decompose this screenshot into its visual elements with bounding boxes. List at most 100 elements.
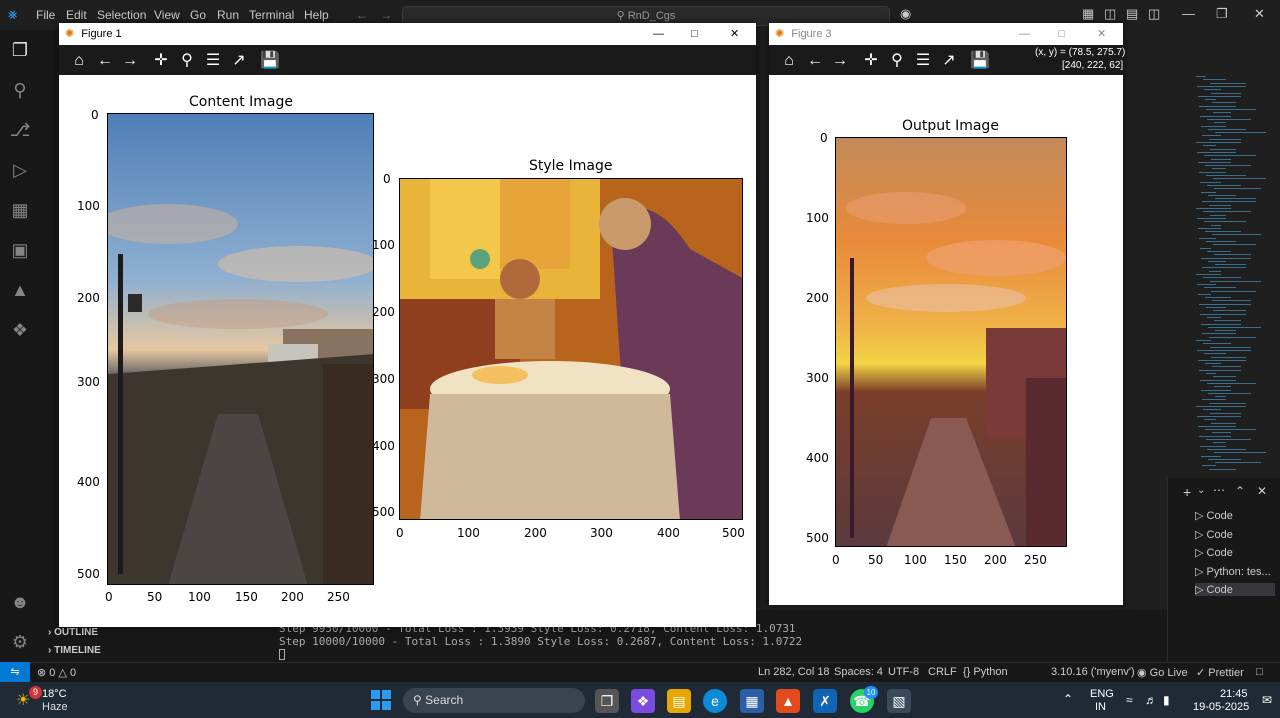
minimap-line — [1213, 376, 1236, 378]
line-ending[interactable]: CRLF — [928, 666, 957, 678]
minimize-icon[interactable]: — — [653, 23, 664, 45]
nav-forward-icon[interactable]: → — [380, 8, 392, 22]
settings-gear-icon[interactable]: ⚙ — [8, 630, 32, 654]
restore-icon[interactable]: ❐ — [1216, 6, 1228, 22]
maximize-icon[interactable]: □ — [691, 23, 698, 45]
close-panel-icon[interactable]: ✕ — [1257, 484, 1267, 498]
go-live-button[interactable]: ◉ Go Live — [1137, 666, 1188, 679]
style-image[interactable] — [399, 178, 743, 520]
output-image[interactable] — [835, 137, 1067, 547]
pan-icon[interactable]: ✛ — [861, 51, 881, 71]
volume-icon[interactable]: ♬ — [1145, 693, 1157, 707]
run-debug-icon[interactable]: ▷ — [8, 158, 32, 182]
testing-icon[interactable]: ▲ — [8, 278, 32, 302]
minimize-icon[interactable]: — — [1019, 23, 1030, 45]
forward-arrow-icon[interactable]: → — [830, 51, 850, 71]
subplots-config-icon[interactable]: ☰ — [913, 51, 933, 71]
menu-go[interactable]: Go — [190, 8, 206, 22]
explorer-icon[interactable]: ❐ — [8, 38, 32, 62]
extensions-icon[interactable]: ▦ — [8, 198, 32, 222]
minimize-icon[interactable]: — — [1182, 6, 1195, 21]
edit-axes-icon[interactable]: ↗ — [229, 51, 249, 71]
language-line2[interactable]: IN — [1095, 701, 1106, 713]
terminal-list-item[interactable]: ▷ Code — [1195, 583, 1275, 596]
file-explorer-icon[interactable]: ▤ — [667, 689, 691, 713]
zoom-icon[interactable]: ⚲ — [177, 51, 197, 71]
menu-file[interactable]: File — [36, 8, 55, 22]
indentation[interactable]: Spaces: 4 — [834, 666, 883, 678]
remote-explorer-icon[interactable]: ▣ — [8, 238, 32, 262]
more-actions-icon[interactable]: ⋯ — [1213, 483, 1225, 497]
search-icon[interactable]: ⚲ — [8, 78, 32, 102]
outline-section[interactable]: › OUTLINE — [48, 627, 98, 638]
account-icon[interactable]: ☻ — [8, 590, 32, 614]
home-icon[interactable]: ⌂ — [69, 51, 89, 71]
forward-arrow-icon[interactable]: → — [120, 51, 140, 71]
python-icon[interactable]: ❖ — [8, 318, 32, 342]
back-arrow-icon[interactable]: ← — [805, 51, 825, 71]
save-icon[interactable]: 💾 — [260, 51, 280, 71]
zoom-icon[interactable]: ⚲ — [887, 51, 907, 71]
task-view-icon[interactable]: ❐ — [595, 689, 619, 713]
add-terminal-icon[interactable]: + — [1183, 484, 1191, 500]
encoding[interactable]: UTF-8 — [888, 666, 919, 678]
copilot-icon[interactable]: ❖ — [631, 689, 655, 713]
chevron-down-icon[interactable]: ⌄ — [1197, 485, 1205, 496]
nav-back-icon[interactable]: ← — [356, 8, 368, 22]
timeline-section[interactable]: › TIMELINE — [48, 645, 101, 656]
close-icon[interactable]: ✕ — [1097, 23, 1106, 45]
home-icon[interactable]: ⌂ — [779, 51, 799, 71]
notifications-icon[interactable]: □ — [1256, 666, 1263, 678]
microsoft-store-icon[interactable]: ▦ — [740, 689, 764, 713]
language-line1[interactable]: ENG — [1090, 688, 1114, 700]
cursor-position[interactable]: Ln 282, Col 18 — [758, 666, 830, 678]
prettier-button[interactable]: ✓ Prettier — [1196, 666, 1244, 679]
clock-time[interactable]: 21:45 — [1220, 688, 1248, 700]
weather-desc[interactable]: Haze — [42, 701, 68, 713]
terminal-list-item[interactable]: ▷ Python: tes... — [1195, 565, 1271, 578]
wifi-icon[interactable]: ≈ — [1126, 693, 1133, 707]
minimap[interactable] — [1188, 76, 1268, 476]
python-figure-icon[interactable]: ▧ — [887, 689, 911, 713]
weather-temp[interactable]: 18°C — [42, 688, 67, 700]
toggle-secondary-sidebar-icon[interactable]: ◫ — [1148, 6, 1160, 22]
edit-axes-icon[interactable]: ↗ — [939, 51, 959, 71]
menu-edit[interactable]: Edit — [66, 8, 87, 22]
brave-browser-icon[interactable]: ▲ — [776, 689, 800, 713]
menu-view[interactable]: View — [154, 8, 180, 22]
menu-selection[interactable]: Selection — [97, 8, 146, 22]
back-arrow-icon[interactable]: ← — [95, 51, 115, 71]
notification-bell-icon[interactable]: ✉ — [1262, 693, 1272, 707]
close-icon[interactable]: ✕ — [1254, 6, 1265, 22]
problems-indicator[interactable]: ⊗ 0 △ 0 — [37, 666, 76, 679]
clock-date[interactable]: 19-05-2025 — [1193, 701, 1249, 713]
toggle-panel-icon[interactable]: ▤ — [1126, 6, 1138, 22]
close-icon[interactable]: ✕ — [730, 23, 739, 45]
save-icon[interactable]: 💾 — [970, 51, 990, 71]
tray-overflow-icon[interactable]: ⌃ — [1063, 692, 1073, 706]
minimap-line — [1207, 184, 1241, 186]
toggle-sidebar-icon[interactable]: ◫ — [1104, 6, 1116, 22]
pan-icon[interactable]: ✛ — [151, 51, 171, 71]
copilot-icon[interactable]: ◉ — [900, 6, 911, 22]
terminal-list-item[interactable]: ▷ Code — [1195, 509, 1233, 522]
start-button[interactable] — [371, 690, 391, 710]
python-interpreter[interactable]: 3.10.16 ('myenv') — [1051, 666, 1135, 678]
remote-indicator-icon[interactable]: ⇋ — [0, 662, 30, 682]
source-control-icon[interactable]: ⎇ — [8, 118, 32, 142]
subplots-config-icon[interactable]: ☰ — [203, 51, 223, 71]
language-mode[interactable]: {} Python — [963, 666, 1008, 678]
menu-terminal[interactable]: Terminal — [249, 8, 294, 22]
taskbar-search[interactable]: ⚲ Search — [403, 688, 585, 713]
terminal-list-item[interactable]: ▷ Code — [1195, 546, 1233, 559]
terminal-list-item[interactable]: ▷ Code — [1195, 528, 1233, 541]
vscode-icon[interactable]: ✗ — [813, 689, 837, 713]
layout-icon[interactable]: ▦ — [1082, 6, 1094, 22]
maximize-icon[interactable]: □ — [1058, 23, 1065, 45]
battery-icon[interactable]: ▮ — [1163, 693, 1170, 707]
content-image[interactable] — [107, 113, 374, 585]
menu-help[interactable]: Help — [304, 8, 329, 22]
menu-run[interactable]: Run — [217, 8, 239, 22]
edge-browser-icon[interactable]: e — [703, 689, 727, 713]
maximize-panel-icon[interactable]: ⌃ — [1235, 484, 1245, 498]
